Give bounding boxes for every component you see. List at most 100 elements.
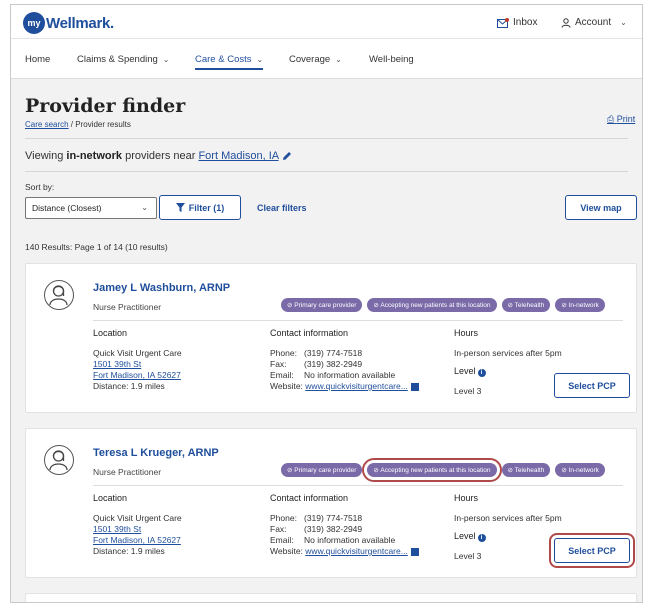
location-block: Quick Visit Urgent Care 1501 39th St For… <box>93 348 182 392</box>
divider <box>25 171 628 172</box>
viewing-middle: providers near <box>122 150 199 162</box>
website-label: Website: <box>270 381 303 391</box>
nav-item-claims-spending[interactable]: Claims & Spending ⌄ <box>77 54 170 65</box>
badge-text: Telehealth <box>514 467 545 474</box>
results-summary: 140 Results: Page 1 of 14 (10 results) <box>25 242 168 252</box>
filter-icon <box>175 203 185 212</box>
nav-item-home[interactable]: Home <box>25 54 50 65</box>
hours-heading: Hours <box>454 493 479 503</box>
inbox-link[interactable]: Inbox <box>497 17 537 28</box>
sort-label: Sort by: <box>25 182 55 192</box>
address-city-link[interactable]: Fort Madison, IA 52627 <box>93 535 181 545</box>
provider-name-link[interactable]: Jamey L Washburn, ARNP <box>93 282 230 294</box>
nav-label: Well-being <box>369 54 414 65</box>
print-label: Print <box>616 114 636 124</box>
provider-card: Teresa L Krueger, ARNP Nurse Practitione… <box>25 428 637 578</box>
app-frame: my Wellmark. Inbox Account ⌄ Home Claims… <box>10 4 643 603</box>
badge-telehealth: ⊘ Telehealth <box>501 298 551 312</box>
level-heading: Level i <box>454 531 486 542</box>
address-link[interactable]: 1501 39th St <box>93 524 141 534</box>
badge-text: Primary care provider <box>294 302 357 309</box>
provider-name-link[interactable]: Teresa L Krueger, ARNP <box>93 447 219 459</box>
address-link[interactable]: 1501 39th St <box>93 359 141 369</box>
website-link[interactable]: www.quickvisiturgentcare... <box>305 381 408 391</box>
breadcrumb-current: / Provider results <box>68 120 131 129</box>
badge-accepting-patients: ⊘ Accepting new patients at this locatio… <box>367 298 497 312</box>
website-label: Website: <box>270 546 303 556</box>
chevron-down-icon: ⌄ <box>620 18 627 27</box>
logo-mark: my <box>23 12 45 34</box>
info-icon[interactable]: i <box>477 369 486 377</box>
hours-value: In-person services after 5pm <box>454 513 562 523</box>
pencil-icon[interactable] <box>282 151 292 161</box>
badge-list: ⊘ Primary care provider ⊘ Accepting new … <box>281 458 605 482</box>
location-heading: Location <box>93 328 128 338</box>
chevron-down-icon: ⌄ <box>162 55 170 64</box>
website-link[interactable]: www.quickvisiturgentcare... <box>305 546 408 556</box>
breadcrumb-care-search[interactable]: Care search <box>25 120 69 129</box>
phone-value: (319) 774-7518 <box>304 348 363 358</box>
print-link[interactable]: ⎙ Print <box>607 114 635 125</box>
level-label: Level <box>454 366 476 376</box>
level-heading: Level i <box>454 366 486 377</box>
external-link-icon[interactable] <box>410 547 419 556</box>
badge-accepting-patients: ⊘ Accepting new patients at this locatio… <box>362 458 502 482</box>
inbox-label: Inbox <box>513 17 538 28</box>
filter-button[interactable]: Filter (1) <box>159 195 241 220</box>
contact-block: Phone: (319) 774-7518 Fax: (319) 382-2949 … <box>270 513 419 557</box>
level-label: Level <box>454 531 476 541</box>
mail-icon <box>497 17 509 28</box>
nav-item-coverage[interactable]: Coverage ⌄ <box>289 54 342 65</box>
card-divider <box>93 485 623 486</box>
level-value: Level 3 <box>454 386 482 396</box>
wellmark-logo[interactable]: my Wellmark. <box>23 12 114 34</box>
select-pcp-button[interactable]: Select PCP <box>549 533 635 568</box>
location-link[interactable]: Fort Madison, IA <box>198 150 278 162</box>
account-menu[interactable]: Account ⌄ <box>561 17 627 28</box>
filter-label: Filter (1) <box>188 202 225 213</box>
external-link-icon[interactable] <box>410 382 419 391</box>
badge-text: Primary care provider <box>294 467 357 474</box>
card-divider <box>93 320 623 321</box>
badge-primary-care: ⊘ Primary care provider <box>281 463 363 477</box>
hours-heading: Hours <box>454 328 479 338</box>
badge-text: Accepting new patients at this location <box>380 467 491 474</box>
viewing-statement: Viewing in-network providers near Fort M… <box>25 150 292 162</box>
page-title: Provider finder <box>25 95 186 117</box>
fax-label: Fax: <box>270 524 287 534</box>
sort-select[interactable]: Distance (Closest) ⌄ <box>25 197 157 219</box>
nav-item-well-being[interactable]: Well-being <box>369 54 414 65</box>
nav-label: Claims & Spending <box>77 54 158 65</box>
breadcrumb: Care search / Provider results <box>25 120 131 129</box>
nav-item-care-costs[interactable]: Care & Costs ⌄ <box>195 54 264 70</box>
main-nav: Home Claims & Spending ⌄ Care & Costs ⌄ Co… <box>11 39 642 79</box>
nav-label: Home <box>25 54 51 65</box>
contact-block: Phone: (319) 774-7518 Fax: (319) 382-2949 … <box>270 348 419 392</box>
badge-telehealth: ⊘ Telehealth <box>501 463 551 477</box>
badge-in-network: ⊘ In-network <box>555 463 605 477</box>
phone-label: Phone: <box>270 348 297 358</box>
person-icon <box>49 450 68 471</box>
account-label: Account <box>575 17 612 28</box>
address-city-link[interactable]: Fort Madison, IA 52627 <box>93 370 181 380</box>
chevron-down-icon: ⌄ <box>141 203 148 212</box>
view-map-button[interactable]: View map <box>565 195 637 220</box>
person-icon <box>49 285 68 306</box>
clear-filters-link[interactable]: Clear filters <box>257 203 307 213</box>
user-icon <box>561 17 571 28</box>
email-label: Email: <box>270 370 294 380</box>
fax-value: (319) 382-2949 <box>304 524 363 534</box>
nav-label: Care & Costs <box>195 54 252 65</box>
contact-heading: Contact information <box>270 493 349 503</box>
provider-card-partial <box>25 593 637 602</box>
fax-label: Fax: <box>270 359 287 369</box>
info-icon[interactable]: i <box>477 534 486 542</box>
select-pcp-button[interactable]: Select PCP <box>554 373 630 398</box>
location-name: Quick Visit Urgent Care <box>93 513 182 523</box>
phone-label: Phone: <box>270 513 297 523</box>
badge-text: In-network <box>568 467 599 474</box>
distance: Distance: 1.9 miles <box>93 381 165 391</box>
contact-heading: Contact information <box>270 328 349 338</box>
location-heading: Location <box>93 493 128 503</box>
top-bar: my Wellmark. Inbox Account ⌄ <box>11 5 642 39</box>
